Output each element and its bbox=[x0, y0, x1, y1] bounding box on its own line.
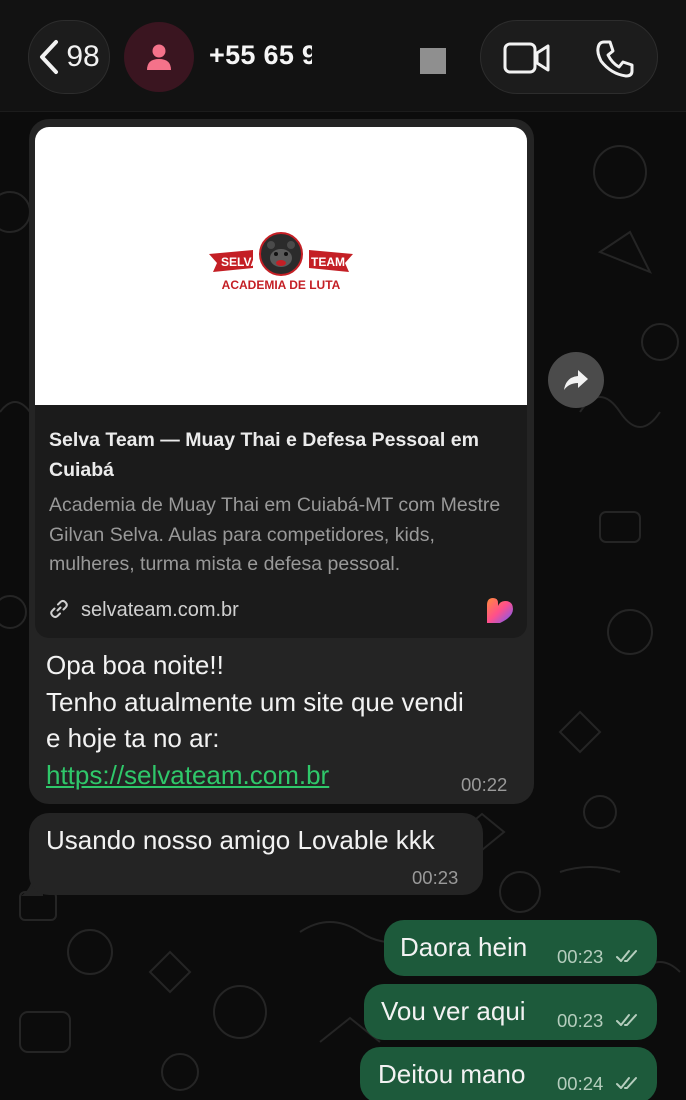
chevron-left-icon bbox=[40, 40, 59, 74]
message-time: 00:24 bbox=[557, 1073, 604, 1094]
message-line: e hoje ta no ar: bbox=[46, 723, 220, 753]
link-icon bbox=[50, 599, 68, 619]
message-time: 00:23 bbox=[557, 1010, 604, 1031]
message-line: Opa boa noite!! bbox=[46, 650, 224, 680]
chat-header: 98 +55 65 9 bbox=[0, 0, 686, 112]
message-bubble-link[interactable]: SELVA TEAM ACADEMIA DE LUTA Selva Team —… bbox=[29, 119, 534, 804]
redaction-mark bbox=[312, 46, 344, 74]
call-buttons bbox=[480, 20, 658, 94]
person-icon bbox=[147, 44, 171, 70]
message-text: Vou ver aqui bbox=[381, 996, 526, 1026]
message-bubble-outgoing[interactable]: Daora hein 00:23 bbox=[384, 920, 657, 976]
redaction-mark bbox=[420, 48, 446, 74]
back-button[interactable]: 98 bbox=[28, 20, 110, 94]
double-check-icon bbox=[616, 1014, 637, 1026]
message-text: Usando nosso amigo Lovable kkk bbox=[46, 825, 435, 855]
message-time: 00:23 bbox=[412, 867, 459, 888]
forward-button[interactable] bbox=[548, 352, 604, 408]
logo-right-text: TEAM bbox=[311, 255, 345, 269]
forward-icon bbox=[564, 370, 588, 390]
message-text: Daora hein bbox=[400, 932, 528, 962]
unread-count: 98 bbox=[66, 40, 100, 73]
double-check-icon bbox=[616, 950, 637, 962]
selva-team-logo: SELVA TEAM ACADEMIA DE LUTA bbox=[209, 232, 353, 292]
message-line: Tenho atualmente um site que vendi bbox=[46, 686, 464, 717]
message-time: 00:23 bbox=[557, 946, 604, 967]
logo-left-text: SELVA bbox=[221, 255, 260, 269]
video-camera-icon[interactable] bbox=[503, 39, 551, 77]
lovable-heart-icon bbox=[487, 598, 513, 623]
message-text: Deitou mano bbox=[378, 1059, 526, 1089]
phone-icon[interactable] bbox=[595, 39, 635, 79]
message-bubble-outgoing[interactable]: Vou ver aqui 00:23 bbox=[364, 984, 657, 1040]
link-preview-image[interactable]: SELVA TEAM ACADEMIA DE LUTA bbox=[35, 127, 527, 405]
message-bubble-outgoing[interactable]: Deitou mano 00:24 bbox=[360, 1047, 657, 1100]
chat-screen: 98 +55 65 9 SELVA TEAM ACADEMIA DE LUTA … bbox=[0, 0, 686, 1100]
message-time: 00:22 bbox=[461, 774, 508, 795]
link-preview-description: Academia de Muay Thai em Cuiabá-MT com M… bbox=[49, 494, 501, 575]
link-preview-title: Selva Team — Muay Thai e Defesa Pessoal … bbox=[49, 429, 479, 481]
double-check-icon bbox=[616, 1077, 637, 1089]
link-preview-domain: selvateam.com.br bbox=[81, 599, 239, 621]
contact-name[interactable]: +55 65 9 bbox=[209, 40, 317, 71]
link-preview-card[interactable]: Selva Team — Muay Thai e Defesa Pessoal … bbox=[35, 405, 527, 638]
message-link[interactable]: https://selvateam.com.br bbox=[46, 760, 329, 790]
message-bubble[interactable]: Usando nosso amigo Lovable kkk 00:23 bbox=[29, 813, 483, 895]
contact-avatar[interactable] bbox=[124, 22, 194, 92]
logo-tagline: ACADEMIA DE LUTA bbox=[222, 278, 341, 292]
message-text: Opa boa noite!! Tenho atualmente um site… bbox=[46, 647, 516, 793]
